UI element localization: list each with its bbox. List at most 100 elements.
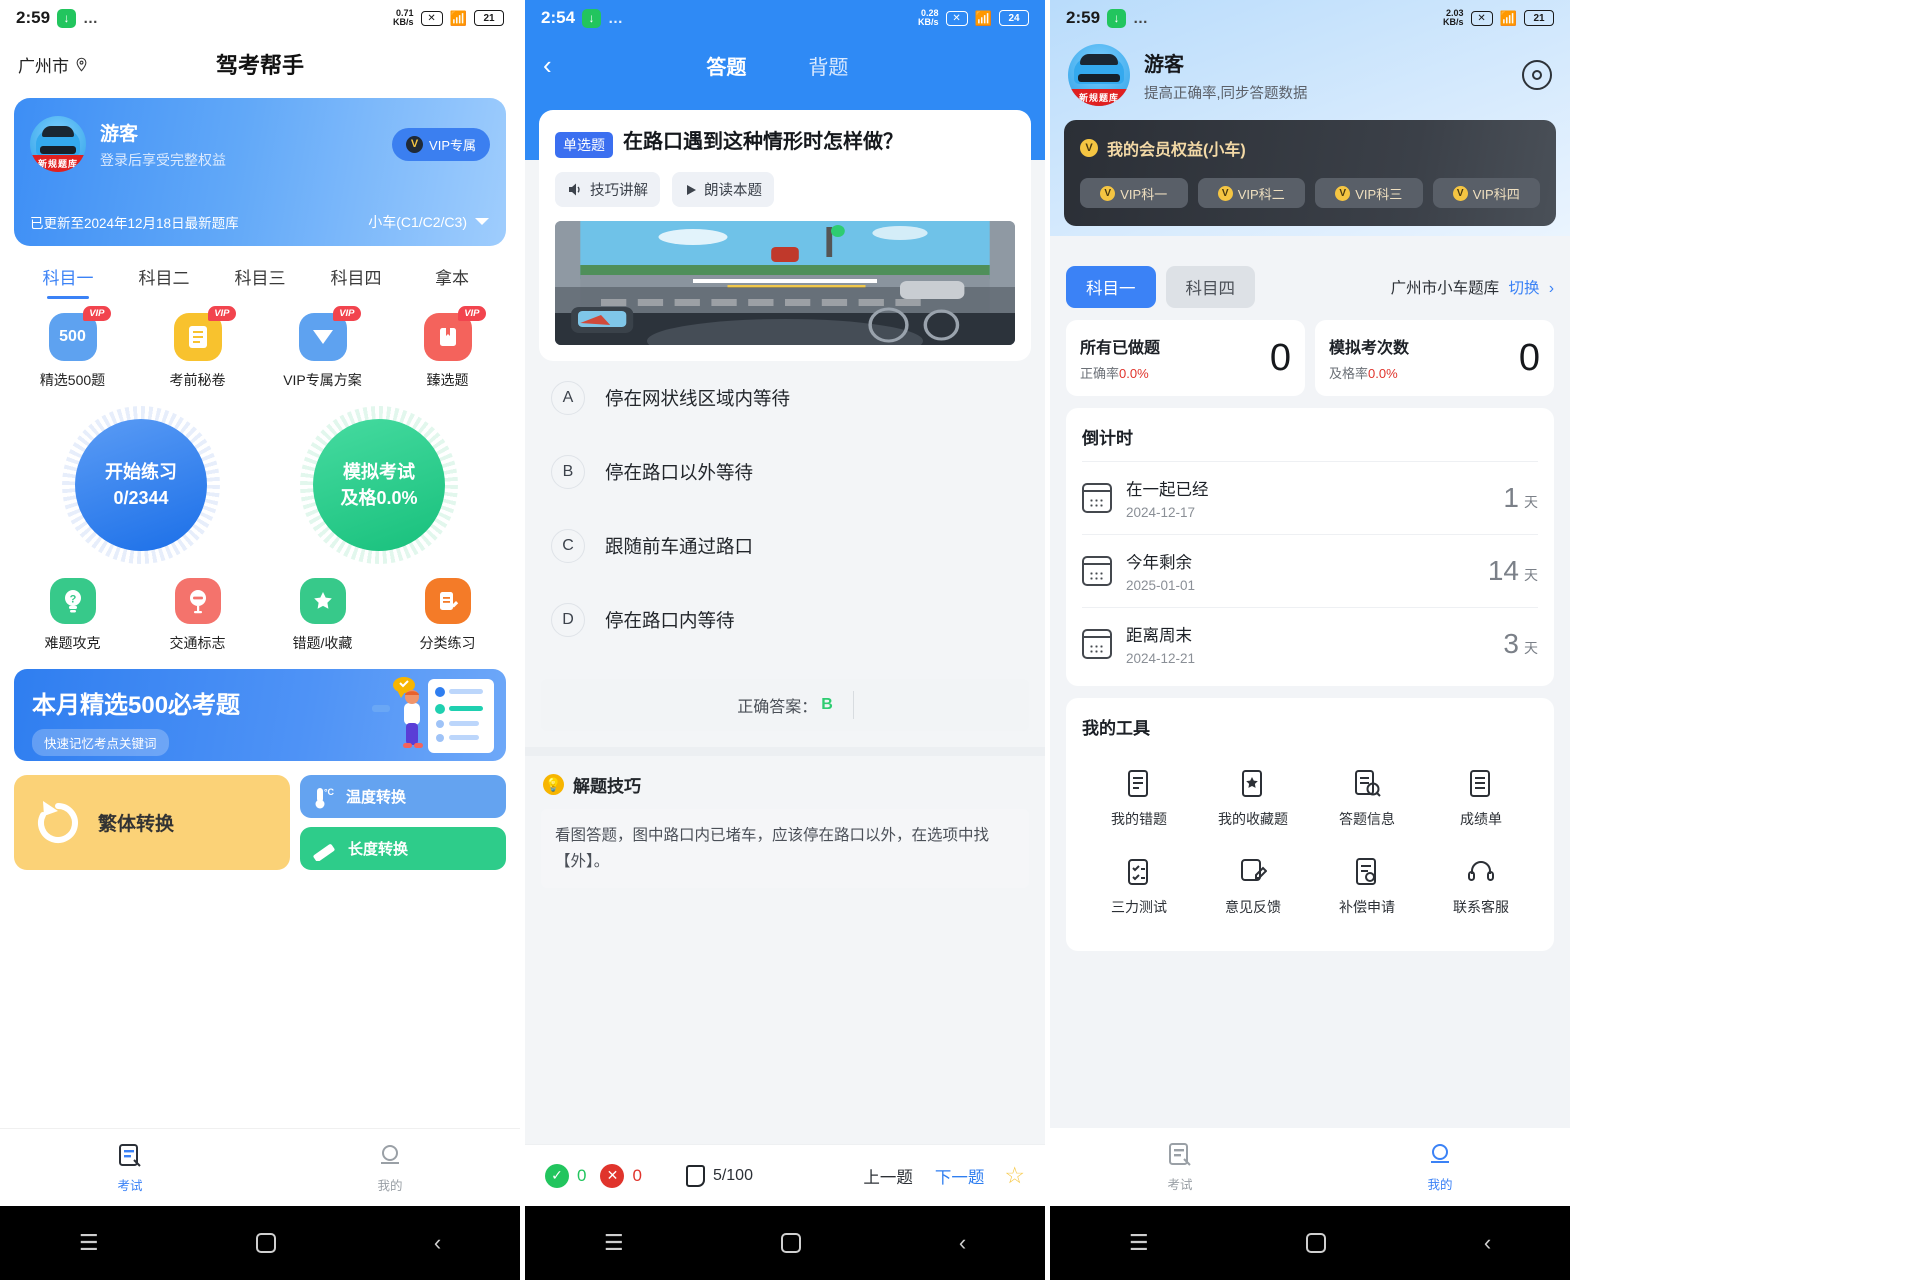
- back-icon[interactable]: ‹: [434, 1230, 441, 1256]
- stat-sub-prefix: 正确率: [1080, 366, 1120, 381]
- stat-title: 所有已做题: [1080, 340, 1161, 357]
- next-question-button[interactable]: 下一题: [935, 1164, 985, 1188]
- temperature-convert-button[interactable]: °C 温度转换: [300, 775, 506, 818]
- tabbar-label: 我的: [377, 1178, 403, 1193]
- quick-item-wrong-favorites[interactable]: 错题/收藏: [260, 578, 385, 653]
- quick-item-selected[interactable]: VIP 臻选题: [385, 306, 510, 390]
- tip-title-row: 💡 解题技巧: [525, 756, 1045, 797]
- tabbar-item-exam[interactable]: 考试: [1050, 1128, 1310, 1206]
- city-selector[interactable]: 广州市: [18, 52, 89, 77]
- traditional-convert-button[interactable]: 繁体转换: [14, 775, 290, 870]
- avatar[interactable]: 新规题库: [30, 116, 86, 172]
- tool-answer-info[interactable]: 答题信息: [1310, 755, 1424, 843]
- tabbar-item-exam[interactable]: 考试: [0, 1129, 260, 1206]
- android-navbar-1: ☰ ‹: [0, 1206, 520, 1280]
- tool-score-sheet[interactable]: 成绩单: [1424, 755, 1538, 843]
- tab-get-license[interactable]: 拿本: [404, 264, 500, 299]
- city-label: 广州市: [18, 56, 69, 76]
- tab-subject-4[interactable]: 科目四: [308, 264, 404, 299]
- stat-title: 模拟考次数: [1329, 340, 1410, 357]
- home-icon[interactable]: [781, 1233, 802, 1253]
- tool-wrong-questions[interactable]: 我的错题: [1082, 755, 1196, 843]
- screen-home: 2:59 ↓ … 0.71 KB/s ✕ 📶 21 广州市 驾考帮手 新规题库 …: [0, 0, 520, 1280]
- tab-label: 拿本: [435, 269, 469, 288]
- quick-item-traffic-signs[interactable]: 交通标志: [135, 578, 260, 653]
- update-text: 已更新至2024年12月18日最新题库: [30, 216, 239, 231]
- option-row-c[interactable]: C 跟随前车通过路口: [525, 509, 1045, 583]
- tabbar-label: 考试: [117, 1178, 143, 1193]
- countdown-row[interactable]: 今年剩余 2025-01-01 14 天: [1082, 534, 1538, 607]
- tool-compensation[interactable]: 补偿申请: [1310, 843, 1424, 931]
- profile-user-row[interactable]: 新规题库 游客 提高正确率,同步答题数据: [1050, 36, 1570, 120]
- quick-item-hard-questions[interactable]: ? 难题攻克: [10, 578, 135, 653]
- countdown-row[interactable]: 在一起已经 2024-12-17 1天: [1082, 461, 1538, 534]
- promo-banner[interactable]: 本月精选500必考题 快速记忆考点关键词: [14, 669, 506, 761]
- tabbar-label: 考试: [1167, 1178, 1193, 1192]
- profile-content: 科目一 科目四 广州市小车题库 切换 › 所有已做题 正确率0.0% 0 模拟考…: [1050, 250, 1570, 951]
- menu-icon[interactable]: ☰: [79, 1230, 99, 1256]
- stat-card-done[interactable]: 所有已做题 正确率0.0% 0: [1066, 320, 1305, 396]
- star-outline-icon[interactable]: ☆: [1004, 1162, 1025, 1189]
- prev-question-button[interactable]: 上一题: [863, 1164, 913, 1188]
- back-icon[interactable]: ‹: [1484, 1230, 1491, 1256]
- countdown-unit: 天: [1524, 640, 1538, 656]
- three-panel-screenshot: 2:59 ↓ … 0.71 KB/s ✕ 📶 21 广州市 驾考帮手 新规题库 …: [0, 0, 1920, 1280]
- vip-crown-icon: V: [1100, 185, 1116, 201]
- vip-chip-subject-3[interactable]: V VIP科三: [1315, 178, 1423, 208]
- option-row-d[interactable]: D 停在路口内等待: [525, 583, 1045, 657]
- star-icon: [299, 578, 346, 624]
- user-card[interactable]: 新规题库 游客 登录后享受完整权益 V VIP专属 已更新至2024年12月18…: [14, 98, 506, 246]
- answer-sheet-icon: [685, 1164, 705, 1187]
- tool-customer-service[interactable]: 联系客服: [1424, 843, 1538, 931]
- menu-icon[interactable]: ☰: [1129, 1230, 1149, 1256]
- tab-answer[interactable]: 答题: [706, 51, 746, 80]
- option-row-b[interactable]: B 停在路口以外等待: [525, 435, 1045, 509]
- tab-subject-3[interactable]: 科目三: [212, 264, 308, 299]
- tool-three-ability-test[interactable]: 三力测试: [1082, 843, 1196, 931]
- quick-item-500[interactable]: 500 VIP 精选500题: [10, 306, 135, 390]
- vip-chip-subject-1[interactable]: V VIP科一: [1080, 178, 1188, 208]
- question-image[interactable]: [555, 221, 1015, 345]
- option-row-a[interactable]: A 停在网状线区域内等待: [525, 361, 1045, 435]
- length-convert-button[interactable]: 长度转换: [300, 827, 506, 870]
- quick-item-secret-paper[interactable]: VIP 考前秘卷: [135, 306, 260, 390]
- quick-item-label: VIP专属方案: [283, 372, 362, 388]
- menu-icon[interactable]: ☰: [604, 1230, 624, 1256]
- tab-subject-2[interactable]: 科目二: [116, 264, 212, 299]
- vip-chip-subject-2[interactable]: V VIP科二: [1197, 178, 1305, 208]
- countdown-value: 3: [1503, 628, 1519, 659]
- tab-subject-1[interactable]: 科目一: [20, 264, 116, 299]
- start-practice-button[interactable]: 开始练习 0/2344: [62, 406, 220, 564]
- stat-card-mock[interactable]: 模拟考次数 及格率0.0% 0: [1315, 320, 1554, 396]
- countdown-row[interactable]: 距离周末 2024-12-21 3天: [1082, 607, 1538, 680]
- car-type-selector[interactable]: 小车(C1/C2/C3): [368, 212, 490, 232]
- back-chevron-icon[interactable]: ‹: [543, 52, 552, 78]
- user-name: 游客: [1144, 53, 1184, 76]
- read-aloud-button[interactable]: 朗读本题: [672, 172, 774, 207]
- home-icon[interactable]: [1306, 1233, 1327, 1253]
- svg-text:?: ?: [69, 594, 76, 606]
- tip-explain-button[interactable]: 技巧讲解: [555, 172, 660, 207]
- vip-benefits-card[interactable]: V 我的会员权益(小车) V VIP科一 V VIP科二 V VIP科三 V VIP科四: [1064, 120, 1556, 226]
- subject-button-1[interactable]: 科目一: [1066, 266, 1156, 308]
- subject-button-4[interactable]: 科目四: [1165, 266, 1255, 308]
- avatar[interactable]: 新规题库: [1068, 44, 1130, 106]
- quick-item-category-practice[interactable]: 分类练习: [385, 578, 510, 653]
- progress-indicator[interactable]: 5/100: [685, 1164, 753, 1187]
- mock-exam-button[interactable]: 模拟考试 及格0.0%: [300, 406, 458, 564]
- settings-gear-icon[interactable]: [1522, 60, 1552, 90]
- countdown-date: 2025-01-01: [1126, 578, 1196, 593]
- home-icon[interactable]: [256, 1233, 277, 1253]
- wrong-counter: ✕ 0: [600, 1163, 642, 1188]
- traffic-sign-icon: [174, 578, 221, 624]
- tabbar-item-mine[interactable]: 我的: [260, 1129, 520, 1206]
- quick-item-vip-plan[interactable]: VIP VIP专属方案: [260, 306, 385, 390]
- vip-chip-subject-4[interactable]: V VIP科四: [1432, 178, 1540, 208]
- tool-feedback[interactable]: 意见反馈: [1196, 843, 1310, 931]
- tabbar-item-mine[interactable]: 我的: [1310, 1128, 1570, 1206]
- tool-favorites[interactable]: 我的收藏题: [1196, 755, 1310, 843]
- back-icon[interactable]: ‹: [959, 1230, 966, 1256]
- vip-button[interactable]: V VIP专属: [392, 127, 490, 161]
- question-bank-switcher[interactable]: 广州市小车题库 切换 ›: [1391, 276, 1554, 298]
- tab-memorize[interactable]: 背题: [808, 51, 848, 80]
